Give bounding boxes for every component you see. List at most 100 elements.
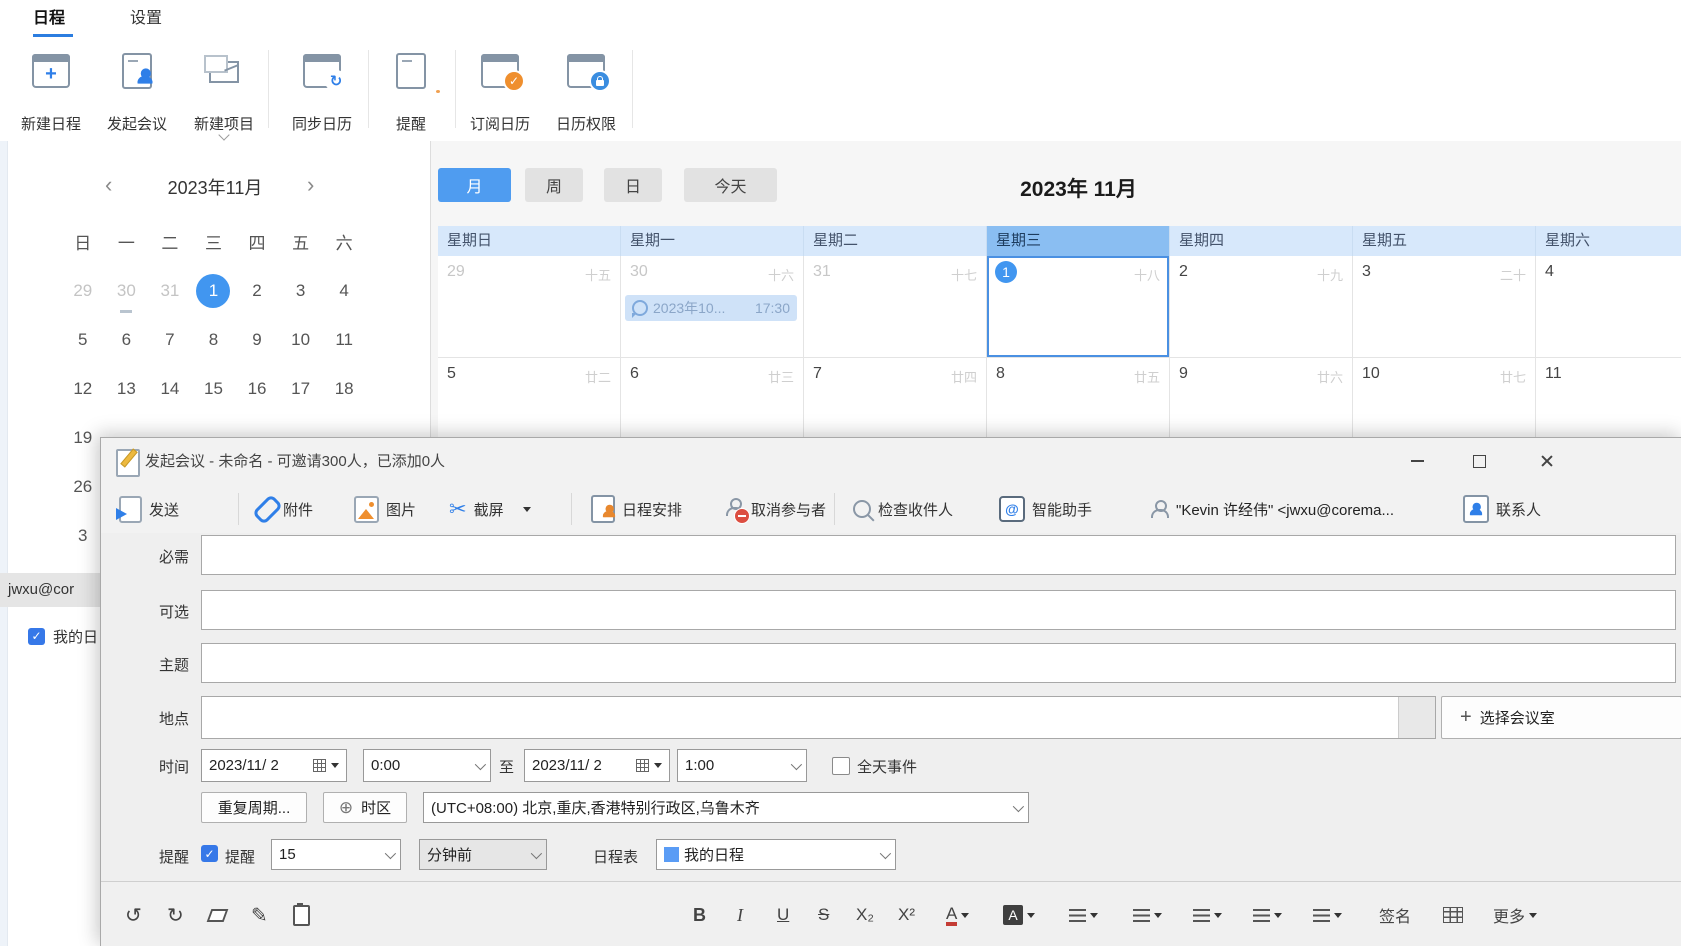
subject-input[interactable]	[201, 643, 1676, 683]
day-cell[interactable]: 30 十六 2023年10... 17:30	[621, 256, 804, 358]
italic-button[interactable]: I	[737, 882, 743, 946]
paste-button[interactable]	[293, 882, 310, 946]
mini-day-cell[interactable]: 16	[235, 364, 279, 413]
maximize-button[interactable]	[1463, 447, 1495, 475]
all-day-checkbox[interactable]	[832, 757, 850, 775]
tab-schedule[interactable]: 日程	[33, 0, 65, 35]
redo-button[interactable]: ↻	[167, 882, 184, 946]
mini-day-cell[interactable]: 30	[105, 266, 149, 315]
reminder-unit-select[interactable]: 分钟前	[419, 839, 547, 870]
sync-calendar-button[interactable]: ↻ 同步日历	[279, 46, 365, 136]
undo-button[interactable]: ↺	[125, 882, 142, 946]
more-button[interactable]: 更多	[1493, 882, 1537, 946]
mini-day-cell[interactable]: 10	[279, 315, 323, 364]
clear-format-button[interactable]	[209, 882, 226, 946]
close-button[interactable]	[1531, 447, 1563, 475]
mini-day-cell[interactable]: 11	[322, 315, 366, 364]
reminder-button[interactable]: 提醒	[378, 46, 444, 136]
image-button[interactable]: 图片	[354, 485, 416, 533]
check-recipients-button[interactable]: 检查收件人	[853, 485, 953, 533]
day-cell[interactable]: 3 二十	[1353, 256, 1536, 358]
signature-button[interactable]: 签名	[1379, 882, 1411, 946]
mini-day-cell[interactable]: 3	[279, 266, 323, 315]
start-meeting-button[interactable]: 发起会议	[94, 46, 180, 136]
mini-day-cell[interactable]: 12	[61, 364, 105, 413]
calendar-select[interactable]: 我的日程	[656, 839, 896, 870]
format-painter-button[interactable]: ✎	[251, 882, 268, 946]
end-time-select[interactable]: 1:00	[677, 749, 807, 782]
day-cell-today[interactable]: 1 十八	[987, 256, 1170, 358]
mini-day-cell[interactable]: 8	[192, 315, 236, 364]
optional-attendees-input[interactable]	[201, 590, 1676, 630]
start-date-picker[interactable]: 2023/11/ 2	[201, 749, 347, 782]
day-cell[interactable]: 29 十五	[438, 256, 621, 358]
mini-day-cell[interactable]: 5	[61, 315, 105, 364]
sender-account[interactable]: "Kevin 许经伟" <jwxu@corema...	[1151, 485, 1394, 533]
mini-day-cell[interactable]: 7	[148, 315, 192, 364]
start-time-select[interactable]: 0:00	[363, 749, 491, 782]
choose-meeting-room-button[interactable]: + 选择会议室	[1441, 696, 1681, 739]
mini-day-cell[interactable]: 9	[235, 315, 279, 364]
my-calendar-checkbox[interactable]: ✓	[28, 628, 45, 645]
bullet-list-button[interactable]	[1193, 882, 1222, 946]
highlight-color-button[interactable]: A	[1003, 882, 1035, 946]
reminder-checkbox[interactable]: ✓	[201, 845, 218, 862]
send-button[interactable]: 发送	[119, 485, 179, 533]
new-project-button[interactable]: 新建项目	[181, 46, 267, 136]
day-cell[interactable]: 2 十九	[1170, 256, 1353, 358]
reminder-value-select[interactable]: 15	[271, 839, 401, 870]
insert-table-button[interactable]	[1443, 882, 1463, 946]
line-spacing-button[interactable]	[1313, 882, 1342, 946]
mini-day-cell-selected[interactable]: 1	[192, 266, 236, 315]
mini-day-cell[interactable]: 2	[235, 266, 279, 315]
screenshot-dropdown-arrow-icon[interactable]	[523, 507, 531, 512]
timezone-button[interactable]: ⊕ 时区	[323, 792, 407, 823]
ai-assistant-button[interactable]: @ 智能助手	[999, 485, 1092, 533]
mini-day-cell[interactable]: 19	[61, 413, 105, 462]
location-label: 地点	[101, 708, 189, 729]
end-date-picker[interactable]: 2023/11/ 2	[524, 749, 670, 782]
cancel-participants-button[interactable]: 取消参与者	[726, 485, 826, 533]
location-input-gray-section[interactable]	[1398, 697, 1435, 738]
calendar-event[interactable]: 2023年10... 17:30	[625, 295, 797, 321]
mini-day-cell[interactable]: 14	[148, 364, 192, 413]
mini-calendar-prev-button[interactable]: ‹	[105, 172, 112, 198]
mini-day-cell[interactable]: 3	[61, 511, 105, 560]
screenshot-button[interactable]: ✂ 截屏	[449, 485, 531, 533]
mini-day-cell[interactable]: 26	[61, 462, 105, 511]
indent-button[interactable]	[1253, 882, 1282, 946]
mini-day-cell[interactable]: 29	[61, 266, 105, 315]
location-input[interactable]	[201, 696, 1436, 739]
mini-day-cell[interactable]: 13	[105, 364, 149, 413]
mini-day-cell[interactable]: 15	[192, 364, 236, 413]
mini-day-cell[interactable]: 17	[279, 364, 323, 413]
mini-day-cell[interactable]: 6	[105, 315, 149, 364]
new-schedule-button[interactable]: + 新建日程	[8, 46, 94, 136]
attachment-button[interactable]: 附件	[259, 485, 313, 533]
contacts-button[interactable]: 联系人	[1463, 485, 1541, 533]
underline-button[interactable]: U	[777, 882, 789, 946]
day-cell[interactable]: 4	[1536, 256, 1681, 358]
bold-button[interactable]: B	[693, 882, 706, 946]
calendar-permission-button[interactable]: 日历权限	[544, 46, 628, 136]
subscribe-calendar-button[interactable]: ✓ 订阅日历	[460, 46, 540, 136]
font-color-button[interactable]: A	[946, 882, 969, 946]
tab-settings[interactable]: 设置	[130, 0, 162, 35]
mini-day-cell[interactable]: 18	[322, 364, 366, 413]
mini-day-cell[interactable]: 31	[148, 266, 192, 315]
timezone-select[interactable]: (UTC+08:00) 北京,重庆,香港特别行政区,乌鲁木齐	[423, 792, 1029, 823]
schedule-arrange-button[interactable]: 日程安排	[591, 485, 682, 533]
align-button[interactable]	[1069, 882, 1098, 946]
day-cell[interactable]: 31 十七	[804, 256, 987, 358]
mini-day-cell[interactable]: 4	[322, 266, 366, 315]
reminder-row-label: 提醒	[101, 846, 189, 867]
required-attendees-input[interactable]	[201, 535, 1676, 575]
dialog-title-bar[interactable]: 发起会议 - 未命名 - 可邀请300人，已添加0人	[101, 438, 1681, 485]
subscript-button[interactable]: X₂	[856, 882, 874, 946]
mini-calendar-next-button[interactable]: ›	[307, 172, 314, 198]
numbered-list-button[interactable]	[1133, 882, 1162, 946]
superscript-button[interactable]: X²	[898, 882, 915, 946]
repeat-cycle-button[interactable]: 重复周期...	[201, 792, 307, 823]
strikethrough-button[interactable]: S	[818, 882, 829, 946]
minimize-button[interactable]	[1401, 447, 1433, 475]
